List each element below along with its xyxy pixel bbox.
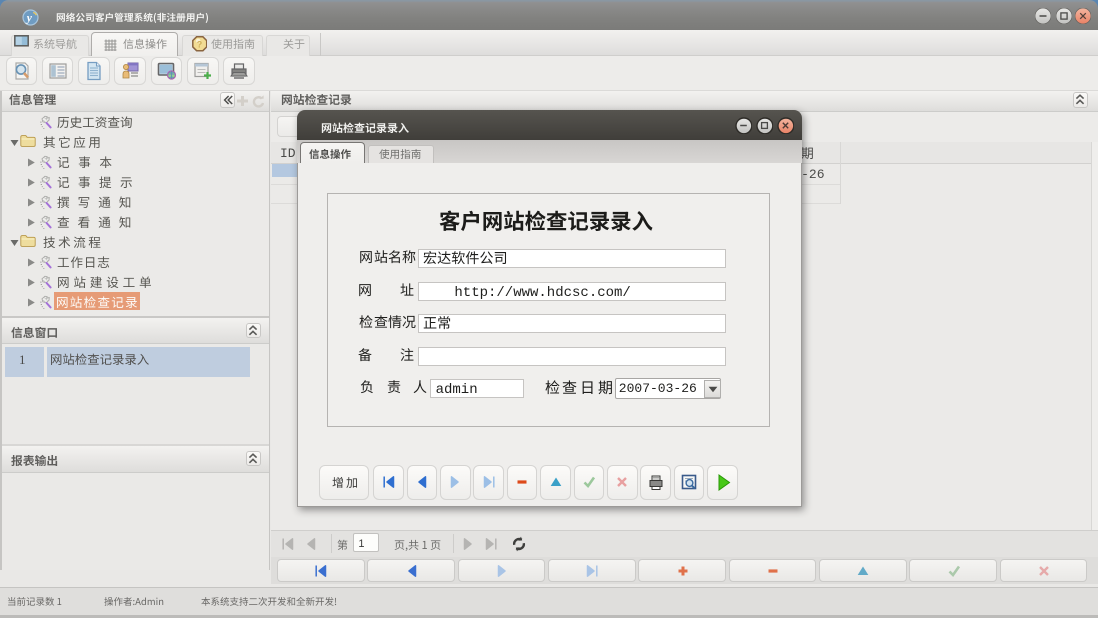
svg-text:y: y <box>24 12 32 24</box>
svg-text:?: ? <box>196 39 202 49</box>
